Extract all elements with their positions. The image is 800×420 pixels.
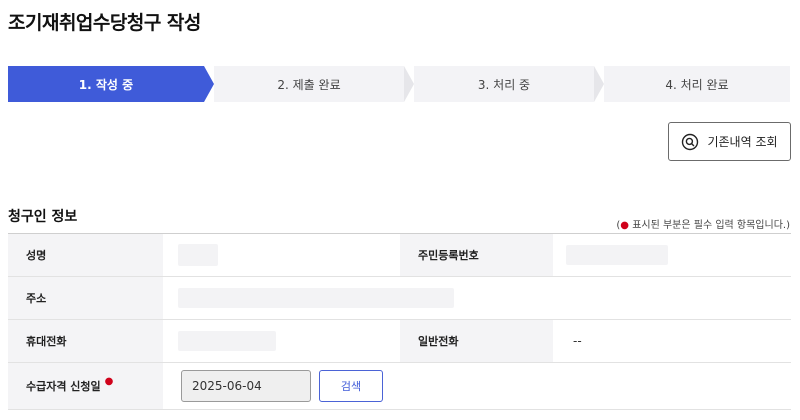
step-completed: 4. 처리 완료 xyxy=(604,66,790,102)
search-button[interactable]: 검색 xyxy=(319,370,383,402)
claimant-info-table: 성명 주민등록번호 주소 휴대전화 일반전화 -- 수급자격 신청일● 검색 xyxy=(8,233,791,410)
apply-date-label-text: 수급자격 신청일 xyxy=(26,380,101,393)
redacted-rrn xyxy=(566,245,668,265)
search-icon xyxy=(681,133,699,151)
step-arrow xyxy=(404,66,414,102)
history-lookup-button[interactable]: 기존내역 조회 xyxy=(668,122,791,161)
redacted-name xyxy=(178,244,218,266)
name-value xyxy=(178,234,218,276)
name-label: 성명 xyxy=(8,234,163,276)
step-submitted: 2. 제출 완료 xyxy=(214,66,404,102)
apply-date-label: 수급자격 신청일 ● xyxy=(8,363,163,409)
phone-value: -- xyxy=(573,334,582,348)
required-note-text: 표시된 부분은 필수 입력 항목입니다.) xyxy=(629,220,790,231)
step-writing: 1. 작성 중 xyxy=(8,66,204,102)
rrn-value xyxy=(566,234,668,276)
address-value xyxy=(178,277,454,319)
address-label: 주소 xyxy=(8,277,163,319)
rrn-label: 주민등록번호 xyxy=(400,234,553,276)
redacted-address xyxy=(178,288,454,308)
page-title: 조기재취업수당청구 작성 xyxy=(8,12,201,34)
table-row: 주소 xyxy=(8,277,791,320)
apply-date-input[interactable] xyxy=(181,370,311,402)
step-arrow xyxy=(204,66,214,102)
table-row: 수급자격 신청일● 검색 xyxy=(8,363,791,410)
mobile-label: 휴대전화 xyxy=(8,320,163,362)
step-processing: 3. 처리 중 xyxy=(414,66,594,102)
section-title: 청구인 정보 xyxy=(8,209,78,225)
required-note: (● 표시된 부분은 필수 입력 항목입니다.) xyxy=(616,216,790,231)
progress-stepper: 1. 작성 중 2. 제출 완료 3. 처리 중 4. 처리 완료 xyxy=(8,66,790,102)
phone-label: 일반전화 xyxy=(400,320,553,362)
table-row: 성명 주민등록번호 xyxy=(8,234,791,277)
table-row: 휴대전화 일반전화 -- xyxy=(8,320,791,363)
mobile-value xyxy=(178,320,276,362)
history-lookup-label: 기존내역 조회 xyxy=(707,135,778,149)
required-dot: ● xyxy=(620,220,630,231)
step-arrow xyxy=(594,66,604,102)
required-dot: ● xyxy=(104,375,114,387)
redacted-mobile xyxy=(178,331,276,351)
